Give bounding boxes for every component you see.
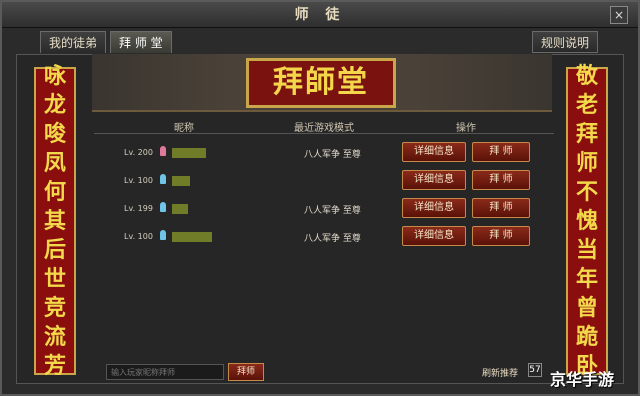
female-icon [160,146,166,156]
level-text: Lv. 199 [124,204,153,213]
male-icon [160,202,166,212]
recent-mode: 八人军争 至尊 [304,206,361,216]
nickname [172,176,190,186]
table-row: Lv. 199 八人军争 至尊 详细信息 拜 师 [94,196,554,224]
couplet-glyph: 师 [575,149,598,176]
couplet-glyph: 凤 [43,149,66,176]
level-text: Lv. 100 [124,176,153,185]
nickname [172,232,212,242]
nickname [172,148,206,158]
couplet-glyph: 竞 [43,294,66,321]
table-row: Lv. 100 八人军争 至尊 详细信息 拜 师 [94,224,554,252]
couplet-glyph: 其 [43,207,66,234]
rules-label: 规则说明 [540,36,589,50]
couplet-glyph: 芳 [43,352,66,379]
nickname [172,204,188,214]
refresh-count: 57 [528,363,542,377]
couplet-glyph: 敬 [575,62,598,89]
close-button[interactable]: × [610,6,628,24]
header-mode: 最近游戏模式 [294,123,354,134]
apprentice-button[interactable]: 拜 师 [472,226,530,246]
title-bar: 师 徒 × [2,2,638,28]
tab-my-apprentices[interactable]: 我的徒弟 [40,31,107,53]
table-row: Lv. 200 八人军争 至尊 详细信息 拜 师 [94,140,554,168]
close-icon: × [613,8,625,22]
apprentice-button[interactable]: 拜 师 [472,170,530,190]
left-couplet-banner: 咏龙唆凤何其后世竞流芳 [34,63,76,379]
tab-apprentice-hall[interactable]: 拜 师 堂 [110,31,172,53]
couplet-glyph: 后 [43,236,66,263]
male-icon [160,230,166,240]
recent-mode: 八人军争 至尊 [304,234,361,244]
window-title: 师 徒 [294,7,346,23]
table-row: Lv. 100 详细信息 拜 师 [94,168,554,196]
detail-button[interactable]: 详细信息 [402,226,466,246]
couplet-glyph: 老 [575,91,598,118]
level-text: Lv. 100 [124,232,153,241]
couplet-glyph: 世 [43,265,66,292]
table-header: 昵称 最近游戏模式 操作 [94,116,554,134]
watermark-text: 京华手游 [550,370,615,389]
couplet-glyph: 不 [575,178,598,205]
apprentice-button[interactable]: 拜 师 [472,142,530,162]
couplet-glyph: 拜 [575,120,598,147]
couplet-glyph: 曾 [575,294,598,321]
header-actions: 操作 [456,123,476,134]
male-icon [160,174,166,184]
right-couplet-banner: 敬老拜师不愧当年曾跪卧 [566,63,608,379]
level-text: Lv. 200 [124,148,153,157]
couplet-glyph: 当 [575,236,598,263]
couplet-glyph: 跪 [575,323,598,350]
hall-plaque: 拜師堂 [246,58,396,108]
detail-button[interactable]: 详细信息 [402,198,466,218]
tab-label: 我的徒弟 [49,36,98,50]
couplet-glyph: 流 [43,323,66,350]
master-apprentice-window: 师 徒 × 我的徒弟 拜 师 堂 规则说明 拜師堂 咏龙唆凤何其后世竞流芳 敬老… [0,0,640,396]
detail-button[interactable]: 详细信息 [402,142,466,162]
couplet-glyph: 何 [43,178,66,205]
player-search-input[interactable] [106,364,224,380]
couplet-glyph: 龙 [43,91,66,118]
header-nickname: 昵称 [174,123,194,134]
refresh-recommend-label[interactable]: 刷新推荐 [482,366,518,379]
couplet-glyph: 唆 [43,120,66,147]
couplet-glyph: 愧 [575,207,598,234]
tab-label: 拜 师 堂 [119,36,163,50]
search-apprentice-button[interactable]: 拜师 [228,363,264,381]
couplet-glyph: 年 [575,265,598,292]
rules-button[interactable]: 规则说明 [531,31,598,53]
recent-mode: 八人军争 至尊 [304,150,361,160]
apprentice-button[interactable]: 拜 师 [472,198,530,218]
couplet-glyph: 咏 [43,62,66,89]
master-list-table: 昵称 最近游戏模式 操作 Lv. 200 八人军争 至尊 详细信息 拜 师 Lv… [94,116,554,356]
detail-button[interactable]: 详细信息 [402,170,466,190]
